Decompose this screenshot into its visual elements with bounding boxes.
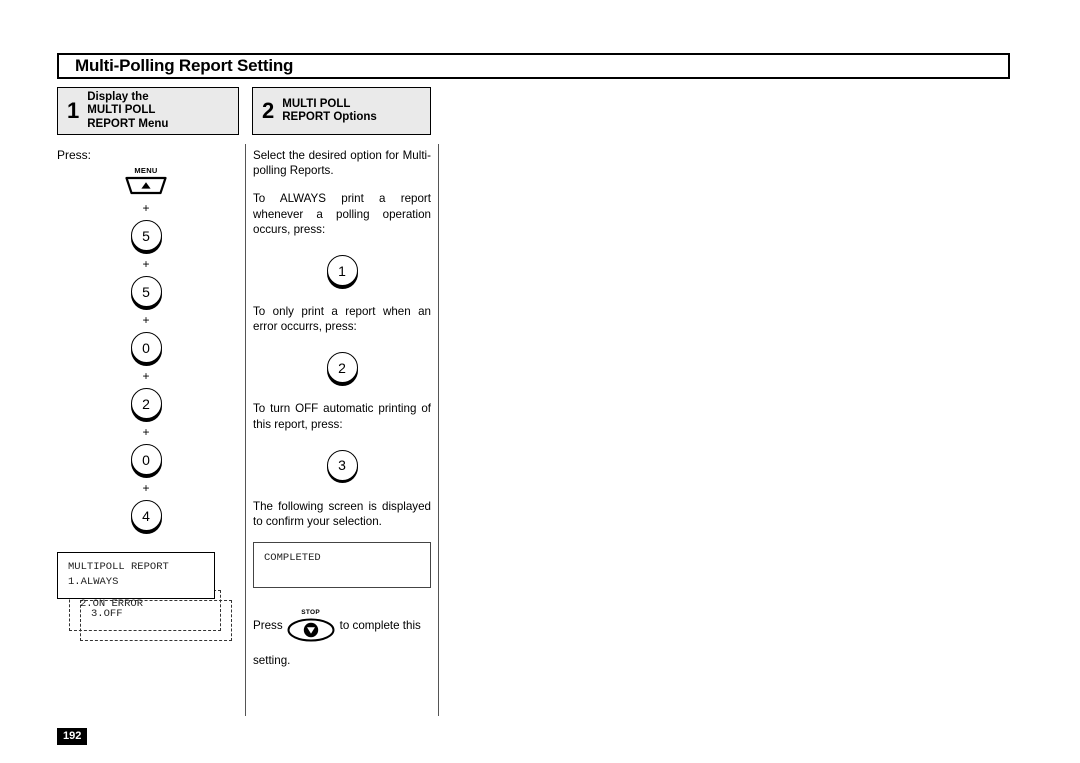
column-divider-left	[245, 144, 246, 716]
key-label: 5	[130, 276, 162, 307]
numeric-key-5a[interactable]: 5	[130, 220, 162, 254]
plus-separator: +	[142, 481, 150, 495]
stop-instruction-lead: Press	[253, 619, 283, 633]
numeric-key-3-off[interactable]: 3	[326, 449, 358, 484]
key-label: 5	[130, 220, 162, 251]
step-header-1: 1 Display the MULTI POLL REPORT Menu	[57, 87, 239, 135]
key-off-wrapper: 3	[253, 449, 431, 484]
paragraph-on-error: To only print a report when an error occ…	[253, 305, 431, 334]
paragraph-always: To ALWAYS print a report whenever a poll…	[253, 192, 431, 236]
stop-instruction: Press STOP to complete this setting.	[253, 610, 431, 668]
numeric-key-2-on-error[interactable]: 2	[326, 352, 358, 386]
numeric-key-2[interactable]: 2	[130, 388, 162, 422]
stop-key-label: STOP	[301, 609, 321, 617]
key-label: 2	[326, 352, 358, 384]
plus-separator: +	[142, 201, 150, 215]
key-label: 2	[130, 388, 162, 419]
plus-separator: +	[142, 369, 150, 383]
menu-key[interactable]: MENU	[125, 166, 167, 195]
stop-icon	[287, 618, 335, 642]
key-label: 1	[326, 255, 358, 287]
numeric-key-5b[interactable]: 5	[130, 276, 162, 310]
paragraph-off: To turn OFF automatic printing of this r…	[253, 402, 431, 431]
step-title-2-line-1: MULTI POLL	[282, 97, 351, 110]
lcd-screen-completed: COMPLETED	[253, 542, 431, 589]
step-number-2: 2	[262, 98, 275, 123]
step-title-1-line-2: MULTI POLL	[87, 104, 156, 117]
lcd-screen-option-1: MULTIPOLL REPORT 1.ALWAYS	[57, 552, 215, 599]
key-always-wrapper: 1	[253, 255, 431, 289]
key-on-error-wrapper: 2	[253, 352, 431, 386]
plus-separator: +	[142, 257, 150, 271]
stop-instruction-trail: to complete this	[339, 619, 421, 633]
step-title-2-line-2: REPORT Options	[282, 111, 377, 123]
plus-separator: +	[142, 313, 150, 327]
up-triangle-icon	[125, 176, 167, 195]
paragraph-confirm: The following screen is displayed to con…	[253, 499, 431, 529]
key-label: 0	[130, 444, 162, 475]
key-label: 3	[326, 449, 358, 481]
lcd-option-stack: 3.OFF 2.ON ERROR MULTIPOLL REPORT 1.ALWA…	[57, 552, 237, 652]
page-title: Multi-Polling Report Setting	[75, 56, 294, 75]
column-divider-right	[438, 144, 439, 716]
numeric-key-1-always[interactable]: 1	[326, 255, 358, 289]
step-title-2: MULTI POLL REPORT Options	[282, 98, 381, 125]
key-sequence: MENU + 5 + 5 + 0 + 2 + 0 + 4	[57, 164, 235, 534]
plus-separator: +	[142, 425, 150, 439]
page-title-bar: Multi-Polling Report Setting	[57, 53, 1010, 79]
lcd-option-2-text: 2.ON ERROR	[80, 598, 144, 610]
left-column: Press: MENU + 5 + 5 + 0 + 2 + 0 + 4	[57, 148, 235, 534]
press-label: Press:	[57, 148, 92, 162]
step-number-1: 1	[67, 98, 80, 123]
stop-instruction-tail: setting.	[253, 653, 291, 667]
numeric-key-0a[interactable]: 0	[130, 332, 162, 366]
key-label: 0	[130, 332, 162, 363]
step-title-1-line-1: Display the	[87, 91, 149, 104]
paragraph-intro: Select the desired option for Multi-poll…	[253, 149, 431, 178]
numeric-key-4[interactable]: 4	[130, 500, 162, 534]
step-title-1: Display the MULTI POLL REPORT Menu	[87, 91, 172, 131]
menu-key-label: MENU	[134, 166, 158, 175]
lcd-option-1-text: 1.ALWAYS	[68, 576, 119, 588]
lcd-completed-text: COMPLETED	[264, 552, 321, 565]
step-title-1-line-3: REPORT Menu	[87, 117, 169, 130]
stop-instruction-row: Press STOP to complete this	[253, 610, 431, 642]
key-label: 4	[130, 500, 162, 531]
right-column: Select the desired option for Multi-poll…	[253, 148, 431, 668]
page-number-badge: 192	[57, 728, 88, 745]
step-header-2: 2 MULTI POLL REPORT Options	[252, 87, 431, 135]
numeric-key-0b[interactable]: 0	[130, 444, 162, 478]
lcd-title-text: MULTIPOLL REPORT	[68, 561, 169, 573]
stop-key[interactable]: STOP	[287, 610, 335, 642]
